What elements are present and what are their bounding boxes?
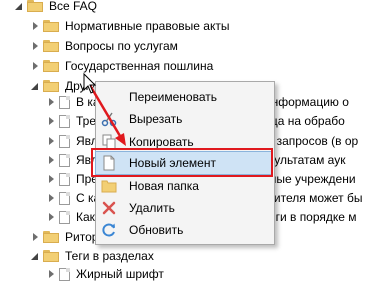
annotation-arrow (83, 72, 126, 146)
